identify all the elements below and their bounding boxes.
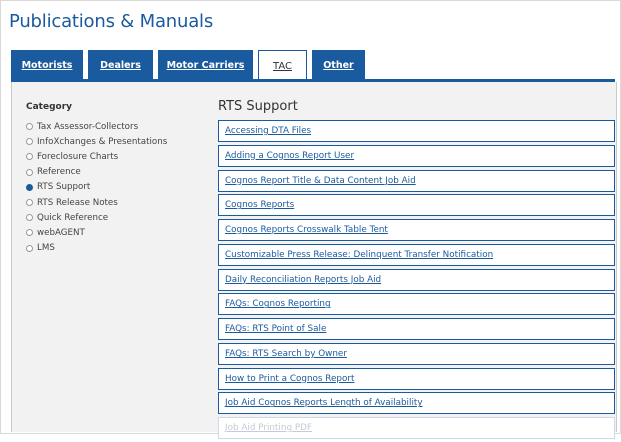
tab-other[interactable]: Other bbox=[312, 50, 365, 79]
document-link[interactable]: Daily Reconciliation Reports Job Aid bbox=[225, 275, 381, 285]
link-row: Cognos Report Title & Data Content Job A… bbox=[218, 169, 615, 192]
tab-motorists[interactable]: Motorists bbox=[11, 50, 83, 79]
category-item-foreclosure-charts[interactable]: Foreclosure Charts bbox=[26, 149, 167, 164]
tab-label: Motor Carriers bbox=[166, 59, 245, 71]
radio-icon[interactable] bbox=[26, 199, 33, 207]
tab-label: Other bbox=[323, 59, 354, 71]
category-item-label: RTS Release Notes bbox=[37, 197, 118, 208]
tab-motor-carriers[interactable]: Motor Carriers bbox=[158, 50, 253, 79]
document-link[interactable]: FAQs: Cognos Reporting bbox=[225, 299, 331, 309]
document-link[interactable]: Job Aid Printing PDF bbox=[225, 423, 312, 433]
category-item-webagent[interactable]: webAGENT bbox=[26, 225, 167, 240]
link-list: Accessing DTA Files Adding a Cognos Repo… bbox=[218, 120, 615, 442]
tab-label: Motorists bbox=[21, 59, 73, 71]
radio-icon[interactable] bbox=[26, 168, 33, 176]
section-title: RTS Support bbox=[218, 99, 298, 114]
category-item-label: webAGENT bbox=[37, 227, 85, 238]
category-item-label: Tax Assessor-Collectors bbox=[37, 121, 139, 132]
tab-tac[interactable]: TAC bbox=[258, 50, 307, 81]
category-item-rts-release-notes[interactable]: RTS Release Notes bbox=[26, 195, 167, 210]
category-item-label: Reference bbox=[37, 167, 81, 178]
category-item-label: InfoXchanges & Presentations bbox=[37, 136, 168, 147]
document-link[interactable]: Cognos Reports bbox=[225, 200, 294, 210]
document-link[interactable]: How to Print a Cognos Report bbox=[225, 374, 354, 384]
document-link[interactable]: Cognos Reports Crosswalk Table Tent bbox=[225, 225, 388, 235]
category-item-label: RTS Support bbox=[37, 182, 91, 193]
radio-icon[interactable] bbox=[26, 138, 33, 146]
category-heading: Category bbox=[26, 102, 73, 112]
page-title: Publications & Manuals bbox=[9, 11, 214, 32]
radio-icon[interactable] bbox=[26, 123, 33, 131]
document-link[interactable]: FAQs: RTS Search by Owner bbox=[225, 349, 347, 359]
tab-label: TAC bbox=[273, 60, 292, 72]
radio-icon[interactable] bbox=[26, 229, 33, 237]
category-item-lms[interactable]: LMS bbox=[26, 241, 167, 256]
tab-dealers[interactable]: Dealers bbox=[88, 50, 153, 79]
document-link[interactable]: Job Aid Cognos Reports Length of Availab… bbox=[225, 398, 423, 408]
category-item-quick-reference[interactable]: Quick Reference bbox=[26, 210, 167, 225]
link-row: FAQs: RTS Point of Sale bbox=[218, 318, 615, 340]
category-item-reference[interactable]: Reference bbox=[26, 165, 167, 180]
category-item-tax-assessor-collectors[interactable]: Tax Assessor-Collectors bbox=[26, 119, 167, 134]
radio-selected-icon[interactable] bbox=[26, 183, 33, 191]
document-link[interactable]: Cognos Report Title & Data Content Job A… bbox=[225, 176, 416, 186]
document-link[interactable]: Adding a Cognos Report User bbox=[225, 151, 354, 161]
link-row: Job Aid Cognos Reports Length of Availab… bbox=[218, 392, 615, 415]
link-row: Daily Reconciliation Reports Job Aid bbox=[218, 268, 615, 291]
category-item-label: Quick Reference bbox=[37, 212, 109, 223]
category-item-infoxchanges[interactable]: InfoXchanges & Presentations bbox=[26, 134, 167, 149]
link-row: Accessing DTA Files bbox=[218, 120, 615, 142]
link-row: Cognos Reports Crosswalk Table Tent bbox=[218, 219, 615, 241]
category-list: Tax Assessor-Collectors InfoXchanges & P… bbox=[26, 119, 167, 256]
category-item-rts-support[interactable]: RTS Support bbox=[26, 180, 167, 195]
link-row: Adding a Cognos Report User bbox=[218, 144, 615, 167]
link-row: FAQs: Cognos Reporting bbox=[218, 293, 615, 316]
link-row: Job Aid Printing PDF bbox=[218, 417, 615, 439]
link-row: Customizable Press Release: Delinquent T… bbox=[218, 243, 615, 266]
tab-label: Dealers bbox=[100, 59, 141, 71]
document-link[interactable]: FAQs: RTS Point of Sale bbox=[225, 324, 326, 334]
link-row: FAQs: RTS Search by Owner bbox=[218, 342, 615, 365]
radio-icon[interactable] bbox=[26, 153, 33, 161]
radio-icon[interactable] bbox=[26, 214, 33, 222]
radio-icon[interactable] bbox=[26, 244, 33, 252]
category-item-label: LMS bbox=[37, 243, 55, 254]
document-link[interactable]: Accessing DTA Files bbox=[225, 126, 311, 136]
document-link[interactable]: Customizable Press Release: Delinquent T… bbox=[225, 250, 493, 260]
category-item-label: Foreclosure Charts bbox=[37, 151, 119, 162]
link-row: How to Print a Cognos Report bbox=[218, 367, 615, 390]
link-row: Cognos Reports bbox=[218, 194, 615, 217]
